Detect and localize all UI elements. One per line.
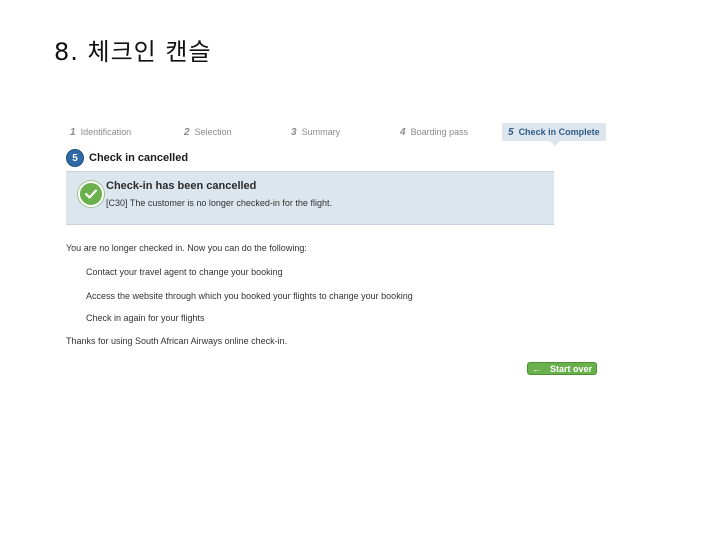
step-number: 3: [291, 127, 297, 138]
status-message: [C30] The customer is no longer checked-…: [106, 198, 332, 208]
step-label: Boarding pass: [410, 127, 469, 137]
option-access-website: Access the website through which you boo…: [86, 291, 413, 301]
step-summary: 3 Summary: [291, 123, 340, 141]
option-check-in-again: Check in again for your flights: [86, 313, 205, 323]
intro-text: You are no longer checked in. Now you ca…: [66, 243, 307, 253]
step-number: 2: [184, 127, 190, 138]
status-panel: Check-in has been cancelled [C30] The cu…: [66, 171, 554, 225]
section-heading: 5 Check in cancelled: [66, 149, 188, 167]
step-number: 5: [508, 127, 514, 138]
progress-steps: 1 Identification 2 Selection 3 Summary 4 Boa…: [66, 123, 611, 146]
step-boarding-pass: 4 Boarding pass: [400, 123, 468, 141]
thanks-text: Thanks for using South African Airways o…: [66, 336, 288, 346]
option-contact-agent: Contact your travel agent to change your…: [86, 267, 283, 277]
step-label: Selection: [194, 127, 232, 137]
step-label: Summary: [301, 127, 341, 137]
start-over-label: Start over: [549, 363, 592, 374]
arrow-left-icon: ←: [532, 363, 541, 374]
step-identification: 1 Identification: [70, 123, 131, 141]
step-check-in-complete: 5 Check in Complete: [502, 123, 606, 146]
step-number: 4: [400, 127, 406, 138]
step-badge-icon: 5: [66, 149, 84, 167]
step-number: 1: [70, 127, 76, 138]
step-label: Check in Complete: [518, 127, 600, 137]
step-selection: 2 Selection: [184, 123, 232, 141]
checkmark-icon: [78, 181, 104, 207]
section-title: Check in cancelled: [89, 152, 189, 164]
status-title: Check-in has been cancelled: [106, 180, 257, 192]
start-over-button[interactable]: ← Start over: [527, 362, 597, 375]
step-label: Identification: [80, 127, 132, 137]
slide-title: 8. 체크인 캔슬: [54, 38, 212, 66]
